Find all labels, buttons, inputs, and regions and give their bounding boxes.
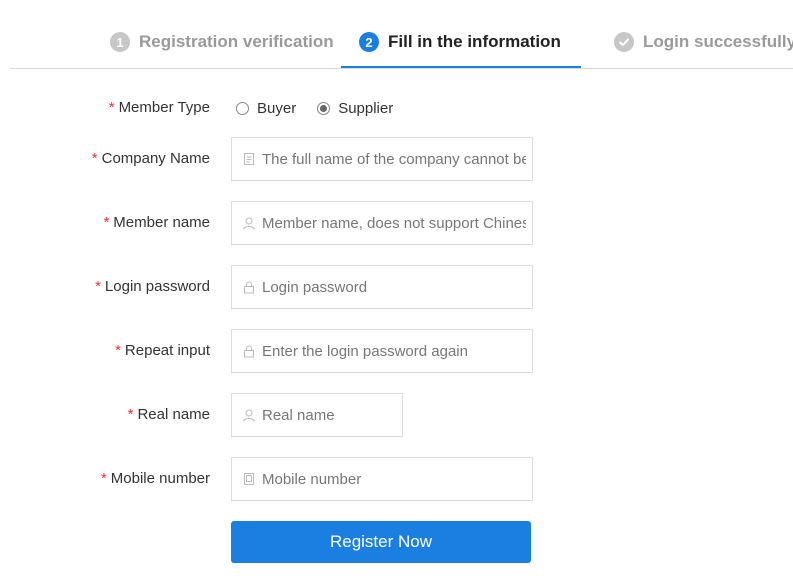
radio-circle[interactable] xyxy=(236,101,249,115)
required-mark: * xyxy=(115,342,121,359)
label-text: Real name xyxy=(137,406,210,423)
phone-icon xyxy=(244,473,254,485)
mobile-number-input[interactable] xyxy=(262,458,526,500)
register-now-button[interactable]: Register Now xyxy=(231,521,531,563)
step-number-badge: 1 xyxy=(110,32,130,52)
member-type-label: * Member Type xyxy=(109,86,210,130)
user-icon xyxy=(243,217,255,230)
required-mark: * xyxy=(100,470,107,487)
company-name-input[interactable] xyxy=(262,138,526,180)
label-text: Member Type xyxy=(118,99,210,116)
radio-buyer[interactable]: Buyer xyxy=(236,100,296,117)
repeat-input-row: * Repeat input xyxy=(0,329,793,373)
lock-icon xyxy=(244,281,254,294)
label-text: Login password xyxy=(104,278,210,295)
required-mark: * xyxy=(127,406,134,423)
step-login-successfully: Login successfully xyxy=(614,30,793,54)
repeat-password-input[interactable] xyxy=(262,330,526,372)
required-mark: * xyxy=(95,278,101,295)
member-name-input[interactable] xyxy=(262,202,526,244)
member-type-row: * Member Type Buyer Supplier xyxy=(0,86,793,130)
member-name-row: * Member name xyxy=(0,201,793,245)
document-icon xyxy=(244,153,254,165)
check-icon xyxy=(614,32,634,52)
radio-circle[interactable] xyxy=(317,101,331,115)
mobile-number-row: * Mobile number xyxy=(0,457,793,501)
real-name-label: * Real name xyxy=(128,393,210,437)
mobile-number-field[interactable] xyxy=(231,457,533,501)
real-name-field[interactable] xyxy=(231,393,403,437)
login-password-input[interactable] xyxy=(262,266,526,308)
active-step-underline xyxy=(341,66,581,68)
company-name-row: * Company Name xyxy=(0,137,793,181)
company-name-label: * Company Name xyxy=(92,137,210,181)
member-name-label: * Member name xyxy=(103,201,210,245)
login-password-field[interactable] xyxy=(231,265,533,309)
step-fill-information: 2 Fill in the information xyxy=(359,30,561,54)
mobile-number-label: * Mobile number xyxy=(101,457,210,501)
step-label: Registration verification xyxy=(139,32,334,51)
registration-steps: 1 Registration verification 2 Fill in th… xyxy=(10,0,793,69)
step-label: Fill in the information xyxy=(388,32,561,51)
label-text: Member name xyxy=(113,214,210,231)
label-text: Repeat input xyxy=(124,342,210,359)
required-mark: * xyxy=(103,214,110,231)
login-password-row: * Login password xyxy=(0,265,793,309)
company-name-field[interactable] xyxy=(231,137,533,181)
user-icon xyxy=(243,409,255,422)
lock-icon xyxy=(244,345,254,358)
radio-label: Buyer xyxy=(257,99,297,117)
step-registration-verification: 1 Registration verification xyxy=(110,30,334,54)
radio-label: Supplier xyxy=(338,99,394,117)
real-name-row: * Real name xyxy=(0,393,793,437)
label-text: Company Name xyxy=(101,150,210,167)
step-number-badge: 2 xyxy=(359,32,379,52)
repeat-password-field[interactable] xyxy=(231,329,533,373)
required-mark: * xyxy=(108,99,115,116)
real-name-input[interactable] xyxy=(262,394,396,436)
member-name-field[interactable] xyxy=(231,201,533,245)
required-mark: * xyxy=(91,150,98,167)
step-label: Login successfully xyxy=(643,32,793,51)
login-password-label: * Login password xyxy=(95,265,210,309)
member-type-radio-group: Buyer Supplier xyxy=(236,86,414,130)
repeat-input-label: * Repeat input xyxy=(115,329,210,373)
label-text: Mobile number xyxy=(110,470,210,487)
radio-supplier[interactable]: Supplier xyxy=(317,100,393,117)
